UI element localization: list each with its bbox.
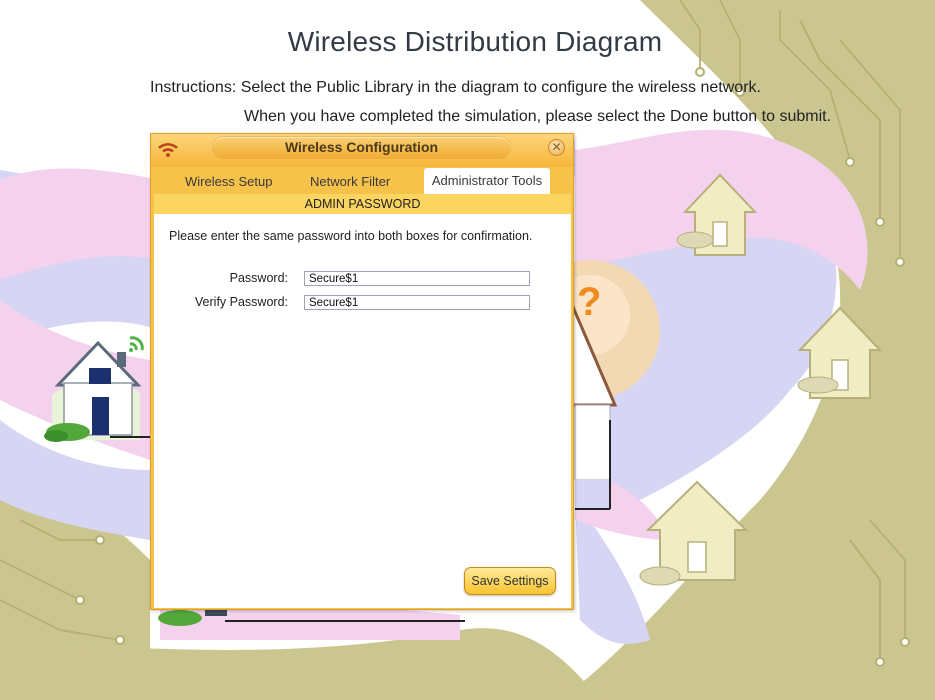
dialog-title: Wireless Configuration xyxy=(284,139,439,155)
question-mark-icon[interactable]: ? xyxy=(577,280,601,325)
confirmation-prompt: Please enter the same password into both… xyxy=(169,229,533,243)
verify-password-field[interactable] xyxy=(304,295,530,310)
instructions-line-1: Instructions: Select the Public Library … xyxy=(150,79,761,96)
close-icon[interactable]: ✕ xyxy=(548,139,565,156)
save-settings-button[interactable]: Save Settings xyxy=(464,567,556,595)
tab-content-panel: ADMIN PASSWORD Please enter the same pas… xyxy=(154,194,571,608)
section-header: ADMIN PASSWORD xyxy=(154,194,571,214)
password-label: Password: xyxy=(229,271,288,285)
dialog-titlebar: Wireless Configuration ✕ xyxy=(151,134,573,167)
instructions-line-2: When you have completed the simulation, … xyxy=(244,108,832,125)
tab-network-filter[interactable]: Network Filter xyxy=(310,172,390,194)
verify-password-label: Verify Password: xyxy=(194,295,288,309)
tab-administrator-tools[interactable]: Administrator Tools xyxy=(424,168,550,196)
wifi-icon xyxy=(158,143,178,157)
tab-wireless-setup[interactable]: Wireless Setup xyxy=(185,172,272,194)
page-title: Wireless Distribution Diagram xyxy=(287,26,663,57)
password-field[interactable] xyxy=(304,271,530,286)
wireless-configuration-dialog: Wireless Configuration ✕ Wireless Setup … xyxy=(150,133,574,610)
